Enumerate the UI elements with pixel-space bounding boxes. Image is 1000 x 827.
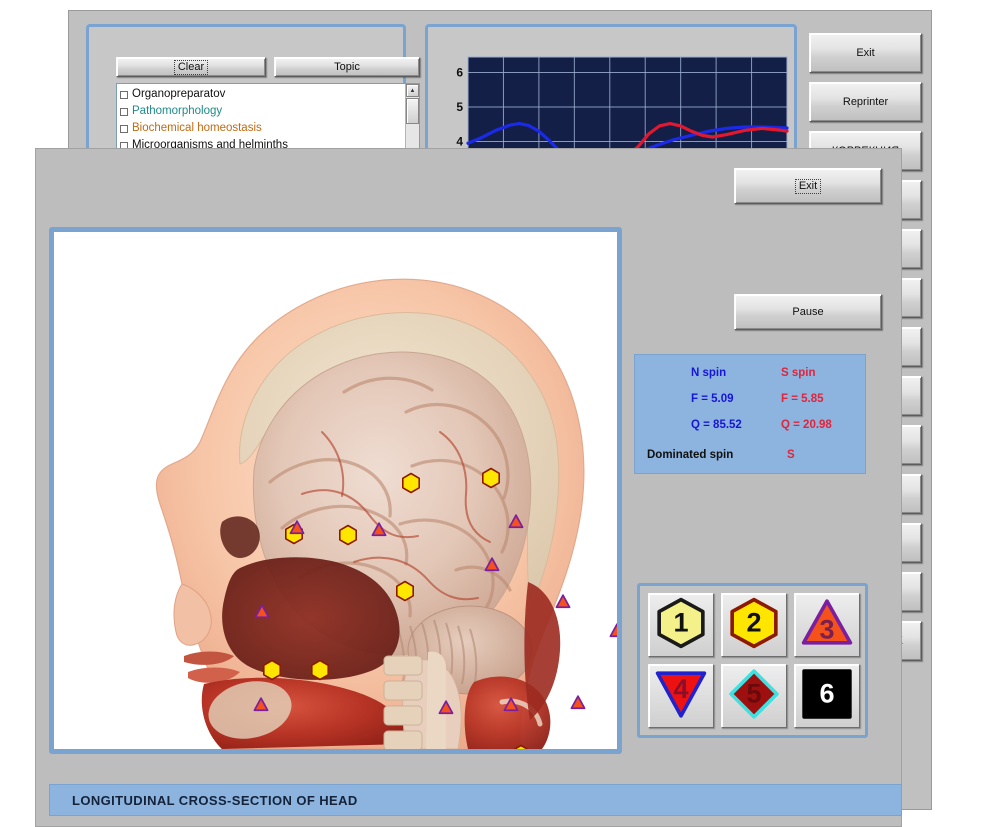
topic-list-panel: Clear Topic OrganopreparatovPathomorphol… (86, 24, 406, 160)
list-item-label: Pathomorphology (132, 103, 222, 120)
s-spin-q-value: Q = 20.98 (781, 419, 832, 431)
square-marker-icon: 6 (801, 668, 853, 725)
n-spin-f-value: F = 5.09 (691, 393, 734, 405)
spin-info-panel: N spin S spin F = 5.09 F = 5.85 Q = 85.5… (634, 354, 866, 474)
hexagon-marker-icon: 1 (655, 597, 707, 654)
checkbox-icon[interactable] (120, 125, 128, 133)
svg-text:3: 3 (819, 614, 834, 644)
scrollbar-thumb[interactable] (406, 98, 419, 124)
image-caption-text: LONGITUDINAL CROSS-SECTION OF HEAD (72, 793, 358, 808)
exit-button[interactable]: Exit (734, 168, 882, 204)
checkbox-icon[interactable] (120, 91, 128, 99)
marker-legend-panel: 1 2 3 4 5 6 (637, 583, 868, 738)
svg-text:6: 6 (456, 66, 463, 80)
spectrum-chart: 4 5 6 (448, 54, 789, 159)
image-caption: LONGITUDINAL CROSS-SECTION OF HEAD (49, 784, 902, 816)
exit-button-label: Exit (795, 179, 821, 194)
svg-text:4: 4 (456, 134, 463, 148)
dominated-spin-label: Dominated spin (647, 449, 733, 461)
list-item-label: Biochemical homeostasis (132, 120, 262, 137)
topic-button-label: Topic (334, 61, 360, 73)
s-spin-header: S spin (781, 367, 816, 379)
right-button-reprinter[interactable]: Reprinter (809, 82, 922, 122)
triangle-down-marker-icon: 4 (655, 668, 707, 725)
scroll-up-icon[interactable]: ▲ (406, 84, 419, 97)
svg-text:6: 6 (819, 678, 834, 708)
list-item-label: Organopreparatov (132, 86, 225, 103)
svg-text:2: 2 (746, 607, 761, 637)
svg-text:5: 5 (456, 100, 463, 114)
list-item[interactable]: Biochemical homeostasis (120, 120, 405, 137)
right-button-label: Exit (856, 47, 874, 59)
marker-legend-button-6[interactable]: 6 (794, 664, 860, 728)
n-spin-header: N spin (691, 367, 726, 379)
right-button-exit[interactable]: Exit (809, 33, 922, 73)
svg-text:1: 1 (673, 607, 688, 637)
svg-text:5: 5 (746, 678, 761, 708)
spectrum-chart-panel: 4 5 6 (425, 24, 797, 160)
triangle-up-marker-icon: 3 (801, 597, 853, 654)
anatomy-image-canvas[interactable] (54, 232, 617, 749)
head-cross-section-image (54, 232, 617, 749)
pause-button[interactable]: Pause (734, 294, 882, 330)
cross-section-window: Exit Pause N spin S spin F = 5.09 F = 5.… (35, 148, 902, 827)
right-button-label: Reprinter (843, 96, 888, 108)
anatomy-image-frame (49, 227, 622, 754)
marker-legend-button-5[interactable]: 5 (721, 664, 787, 728)
topic-button[interactable]: Topic (274, 57, 420, 77)
n-spin-q-value: Q = 85.52 (691, 419, 742, 431)
marker-legend-button-2[interactable]: 2 (721, 593, 787, 657)
screen-root: Clear Topic OrganopreparatovPathomorphol… (0, 0, 1000, 827)
list-item[interactable]: Pathomorphology (120, 103, 405, 120)
checkbox-icon[interactable] (120, 108, 128, 116)
hexagon-marker-icon: 2 (728, 597, 780, 654)
marker-legend-button-1[interactable]: 1 (648, 593, 714, 657)
clear-button[interactable]: Clear (116, 57, 266, 77)
marker-legend-button-4[interactable]: 4 (648, 664, 714, 728)
clear-button-label: Clear (174, 60, 208, 75)
list-item[interactable]: Organopreparatov (120, 86, 405, 103)
s-spin-f-value: F = 5.85 (781, 393, 824, 405)
diamond-marker-icon: 5 (728, 668, 780, 725)
marker-legend-button-3[interactable]: 3 (794, 593, 860, 657)
svg-text:4: 4 (673, 674, 688, 704)
dominated-spin-value: S (787, 449, 795, 461)
pause-button-label: Pause (792, 306, 823, 318)
